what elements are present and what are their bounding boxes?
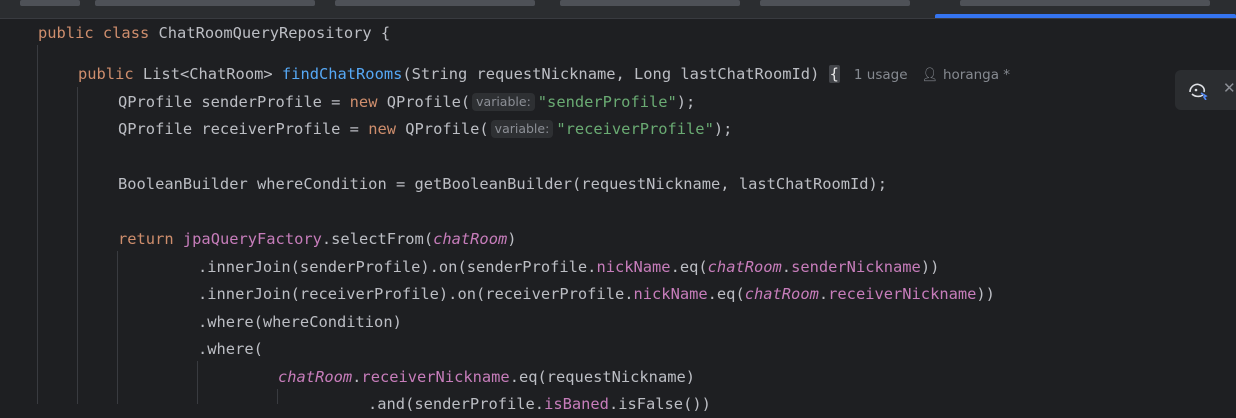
declaration: QProfile senderProfile = [118,93,350,111]
code-line-return[interactable]: return jpaQueryFactory.selectFrom(chatRo… [118,226,517,253]
statement-end: ); [713,120,733,138]
indent-guide [37,45,38,404]
parameter-hint: variable: [490,120,554,138]
code-fragment: .eq(requestNickname) [509,368,696,386]
code-fragment: .isFalse()) [608,395,711,413]
floating-ai-toolbar[interactable]: ✕ [1175,70,1236,110]
brace-matched: { [828,65,840,83]
code-line-where-2[interactable]: .where( [198,336,263,363]
code-line-where-1[interactable]: .where(whereCondition) [198,309,402,336]
field-reference: isBaned [544,395,609,413]
indent-guide [117,251,118,404]
string-literal: "receiverProfile" [556,120,714,138]
keyword: return [118,230,174,248]
keyword: class [102,24,150,42]
static-field-reference: chatRoom [433,230,508,248]
code-line-class-declaration[interactable]: public class ChatRoomQueryRepository { [38,20,390,47]
method-name: findChatRooms [281,65,403,83]
tab-partial[interactable] [20,0,80,6]
code-line-and[interactable]: .and(senderProfile.isBaned.isFalse()) [368,391,711,418]
field-reference: nickName [596,258,671,276]
author-hint[interactable]: 👤︎ horanga * [922,67,1011,83]
class-name: ChatRoomQueryRepository [158,24,372,42]
keyword: new [349,93,378,111]
static-field-reference: chatRoom [707,258,782,276]
keyword: public [78,65,134,83]
string-literal: "senderProfile" [537,93,677,111]
code-fragment: .innerJoin(receiverProfile).on(receiverP… [198,285,634,303]
code-line-receiver-eq[interactable]: chatRoom.receiverNickname.eq(requestNick… [278,364,695,391]
ai-assistant-icon[interactable] [1187,80,1209,100]
code-fragment: . [818,285,829,303]
field-reference: receiverNickname [361,368,510,386]
keyword: public [38,24,94,42]
indent-guide [197,361,198,404]
code-line-where-condition[interactable]: BooleanBuilder whereCondition = getBoole… [118,171,887,198]
tab-active[interactable] [960,0,1210,6]
field-reference: jpaQueryFactory [182,230,322,248]
constructor-call: QProfile( [396,120,489,138]
code-line-join-sender[interactable]: .innerJoin(senderProfile).on(senderProfi… [198,254,939,281]
tab-partial[interactable] [95,0,315,6]
code-fragment: .eq( [670,258,708,276]
statement-end: ); [676,93,696,111]
tab-partial[interactable] [560,0,740,6]
author-name: horanga * [942,67,1011,83]
declaration: QProfile receiverProfile = [118,120,369,138]
keyword: new [368,120,396,138]
code-line-receiver-profile[interactable]: QProfile receiverProfile = new QProfile(… [118,116,732,143]
editor-tab-bar[interactable] [0,0,1236,19]
code-fragment: .innerJoin(senderProfile).on(senderProfi… [198,258,597,276]
code-editor[interactable]: public class ChatRoomQueryRepository { p… [0,19,1236,413]
paren-close: ) [507,230,517,248]
method-call: .selectFrom( [321,230,434,248]
constructor-call: QProfile( [377,93,471,111]
parameter-hint: variable: [472,93,535,111]
tab-partial[interactable] [335,0,535,6]
code-fragment: )) [976,285,995,303]
method-params: (String requestNickname, Long lastChatRo… [402,65,820,83]
code-fragment: . [781,258,792,276]
usages-hint[interactable]: 1 usage [854,67,908,83]
return-type: List<ChatRoom> [142,65,273,83]
static-field-reference: chatRoom [278,368,353,386]
person-icon: 👤︎ [921,67,943,83]
active-tab-indicator [935,14,1236,18]
code-line-join-receiver[interactable]: .innerJoin(receiverProfile).on(receiverP… [198,281,995,308]
code-fragment: )) [920,258,940,276]
code-vision-hints[interactable]: 1 usage 👤︎ horanga * [854,62,1010,89]
code-fragment: .eq( [707,285,745,303]
field-reference: senderNickname [791,258,921,276]
field-reference: receiverNickname [828,285,977,303]
indent-guide [277,389,278,404]
static-field-reference: chatRoom [744,285,819,303]
code-fragment: .and(senderProfile. [368,395,545,413]
tab-partial[interactable] [760,0,910,6]
close-icon[interactable]: ✕ [1223,79,1236,97]
field-reference: nickName [633,285,708,303]
code-line-sender-profile[interactable]: QProfile senderProfile = new QProfile(va… [118,89,695,116]
code-line-method-declaration[interactable]: public List<ChatRoom> findChatRooms(Stri… [78,61,1010,88]
indent-guide [77,87,78,404]
brace: { [371,24,391,42]
